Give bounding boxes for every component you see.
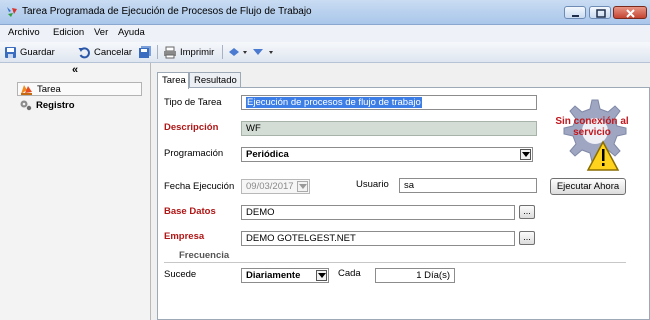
menu-bar: Archivo Edicion Ver Ayuda bbox=[0, 25, 650, 42]
menu-archivo[interactable]: Archivo bbox=[8, 27, 40, 38]
tipo-tarea-field[interactable]: Ejecución de procesos de flujo de trabaj… bbox=[241, 95, 537, 110]
window-title: Tarea Programada de Ejecución de Proceso… bbox=[22, 6, 312, 17]
sidebar-item-tarea[interactable]: Tarea bbox=[17, 82, 142, 96]
programacion-label: Programación bbox=[164, 148, 224, 159]
fecha-ejecucion-label: Fecha Ejecución bbox=[164, 181, 235, 192]
frecuencia-divider bbox=[164, 262, 626, 263]
frecuencia-heading: Frecuencia bbox=[179, 250, 230, 261]
save-all-icon[interactable] bbox=[138, 45, 152, 59]
cada-field[interactable]: 1 Día(s) bbox=[375, 268, 455, 283]
usuario-field[interactable]: sa bbox=[399, 178, 537, 193]
undo-icon bbox=[78, 46, 90, 58]
chevron-down-icon bbox=[299, 184, 307, 189]
close-icon bbox=[626, 9, 635, 18]
service-status: Sin conexión al servicio bbox=[548, 96, 636, 176]
save-label: Guardar bbox=[20, 46, 55, 58]
menu-ayuda[interactable]: Ayuda bbox=[118, 27, 145, 38]
chevron-down-icon bbox=[318, 273, 326, 278]
base-datos-field[interactable]: DEMO bbox=[241, 205, 515, 220]
sidebar-item-label: Registro bbox=[36, 99, 75, 111]
descripcion-field[interactable]: WF bbox=[241, 121, 537, 136]
sucede-label: Sucede bbox=[164, 269, 197, 280]
close-button[interactable] bbox=[613, 6, 647, 19]
toolbar-separator bbox=[222, 45, 223, 59]
minimize-icon bbox=[572, 15, 579, 17]
programacion-value: Periódica bbox=[246, 149, 289, 160]
tipo-tarea-value: Ejecución de procesos de flujo de trabaj… bbox=[246, 97, 422, 108]
task-form: Tipo de Tarea Ejecución de procesos de f… bbox=[157, 87, 650, 320]
date-dropdown-button bbox=[297, 181, 308, 192]
toolbar-separator bbox=[157, 45, 158, 59]
maximize-icon bbox=[596, 9, 606, 18]
sucede-select[interactable]: Diariamente bbox=[241, 268, 329, 283]
maximize-button[interactable] bbox=[589, 6, 611, 19]
collapse-sidebar-button[interactable]: « bbox=[72, 64, 78, 76]
navigate-dropdown-icon[interactable] bbox=[252, 46, 276, 58]
navigate-dropdown-icon[interactable] bbox=[228, 46, 250, 58]
tipo-tarea-label: Tipo de Tarea bbox=[164, 97, 222, 108]
base-datos-label: Base Datos bbox=[164, 206, 216, 217]
cancel-label: Cancelar bbox=[94, 46, 133, 58]
cada-label: Cada bbox=[338, 268, 361, 279]
empresa-field[interactable]: DEMO GOTELGEST.NET bbox=[241, 231, 515, 246]
tab-resultado[interactable]: Resultado bbox=[189, 72, 241, 88]
descripcion-label: Descripción bbox=[164, 122, 219, 133]
menu-ver[interactable]: Ver bbox=[94, 27, 108, 38]
app-window: Tarea Programada de Ejecución de Proceso… bbox=[0, 0, 650, 320]
sidebar: « Tarea Registro bbox=[0, 63, 151, 320]
printer-icon bbox=[164, 46, 176, 58]
minimize-button[interactable] bbox=[564, 6, 586, 19]
fecha-ejecucion-value: 09/03/2017 bbox=[246, 181, 294, 192]
task-icon bbox=[21, 85, 32, 95]
ejecutar-ahora-button[interactable]: Ejecutar Ahora bbox=[550, 178, 626, 195]
programacion-select[interactable]: Periódica bbox=[241, 147, 533, 162]
base-datos-browse-button[interactable]: ... bbox=[519, 205, 535, 219]
dropdown-arrow-button[interactable] bbox=[316, 270, 327, 281]
empresa-browse-button[interactable]: ... bbox=[519, 231, 535, 245]
chevron-down-icon bbox=[522, 152, 530, 157]
gear-icon bbox=[20, 100, 32, 111]
empresa-label: Empresa bbox=[164, 231, 205, 242]
usuario-label: Usuario bbox=[356, 179, 389, 190]
app-icon bbox=[7, 7, 17, 17]
print-label: Imprimir bbox=[180, 46, 215, 58]
tab-tarea[interactable]: Tarea bbox=[157, 72, 189, 89]
fecha-ejecucion-field: 09/03/2017 bbox=[241, 179, 310, 194]
sidebar-item-registro[interactable]: Registro bbox=[17, 98, 142, 112]
save-button[interactable]: Guardar bbox=[4, 45, 55, 59]
sidebar-item-label: Tarea bbox=[37, 83, 61, 95]
cancel-button[interactable]: Cancelar bbox=[78, 45, 132, 59]
offline-status-text: Sin conexión al servicio bbox=[555, 116, 629, 138]
sucede-value: Diariamente bbox=[246, 270, 301, 281]
title-bar[interactable]: Tarea Programada de Ejecución de Proceso… bbox=[0, 0, 650, 25]
toolbar: Guardar Cancelar Imprimir bbox=[0, 42, 650, 63]
print-button[interactable]: Imprimir bbox=[163, 45, 214, 59]
save-icon bbox=[5, 46, 16, 58]
dropdown-arrow-button[interactable] bbox=[520, 149, 531, 160]
menu-edicion[interactable]: Edicion bbox=[53, 27, 84, 38]
